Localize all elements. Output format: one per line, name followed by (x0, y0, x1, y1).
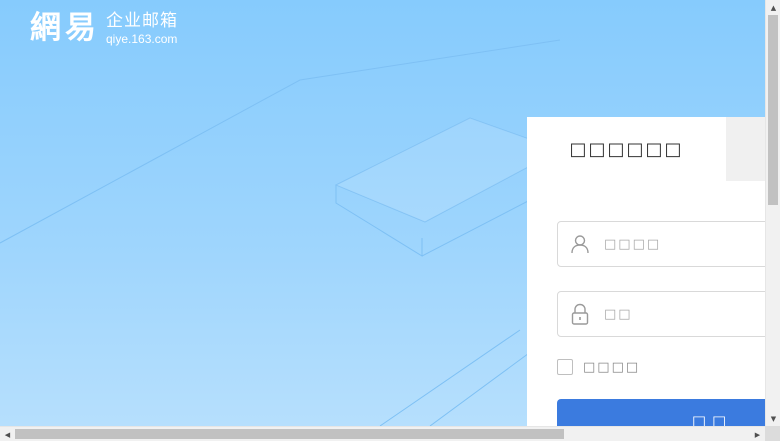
password-field[interactable] (557, 291, 780, 337)
scroll-up-arrow-icon[interactable]: ▲ (766, 0, 780, 15)
scroll-down-arrow-icon[interactable]: ▼ (766, 411, 780, 426)
tab-account-login[interactable]: □□□□□□ (527, 117, 726, 181)
scroll-left-arrow-icon[interactable]: ◀ (0, 427, 15, 441)
vertical-scroll-thumb[interactable] (768, 15, 778, 205)
login-page: 網易 企业邮箱 qiye.163.com □□□□□□ □□□□ □□□□ □□… (0, 0, 780, 441)
username-field[interactable] (557, 221, 780, 267)
logo-product-name: 企业邮箱 (106, 10, 178, 31)
logo[interactable]: 網易 企业邮箱 qiye.163.com (30, 10, 178, 46)
lock-icon (558, 292, 602, 336)
username-input[interactable] (602, 235, 766, 253)
password-input[interactable] (602, 305, 766, 323)
scroll-right-arrow-icon[interactable]: ▶ (750, 427, 765, 441)
logo-domain: qiye.163.com (106, 31, 178, 46)
login-card: □□□□□□ □□□□ □□□□ □□ (527, 117, 780, 441)
vertical-scrollbar[interactable]: ▲ ▼ (765, 0, 780, 426)
remember-label: □□□□ (583, 359, 641, 375)
user-icon (558, 222, 602, 266)
scrollbar-corner (765, 426, 780, 441)
remember-me[interactable]: □□□□ (557, 359, 640, 375)
remember-checkbox[interactable] (557, 359, 573, 375)
logo-text: 企业邮箱 qiye.163.com (106, 11, 178, 46)
horizontal-scrollbar[interactable]: ◀ ▶ (0, 426, 765, 441)
horizontal-scroll-thumb[interactable] (15, 429, 564, 439)
logo-mark: 網易 (30, 10, 100, 46)
